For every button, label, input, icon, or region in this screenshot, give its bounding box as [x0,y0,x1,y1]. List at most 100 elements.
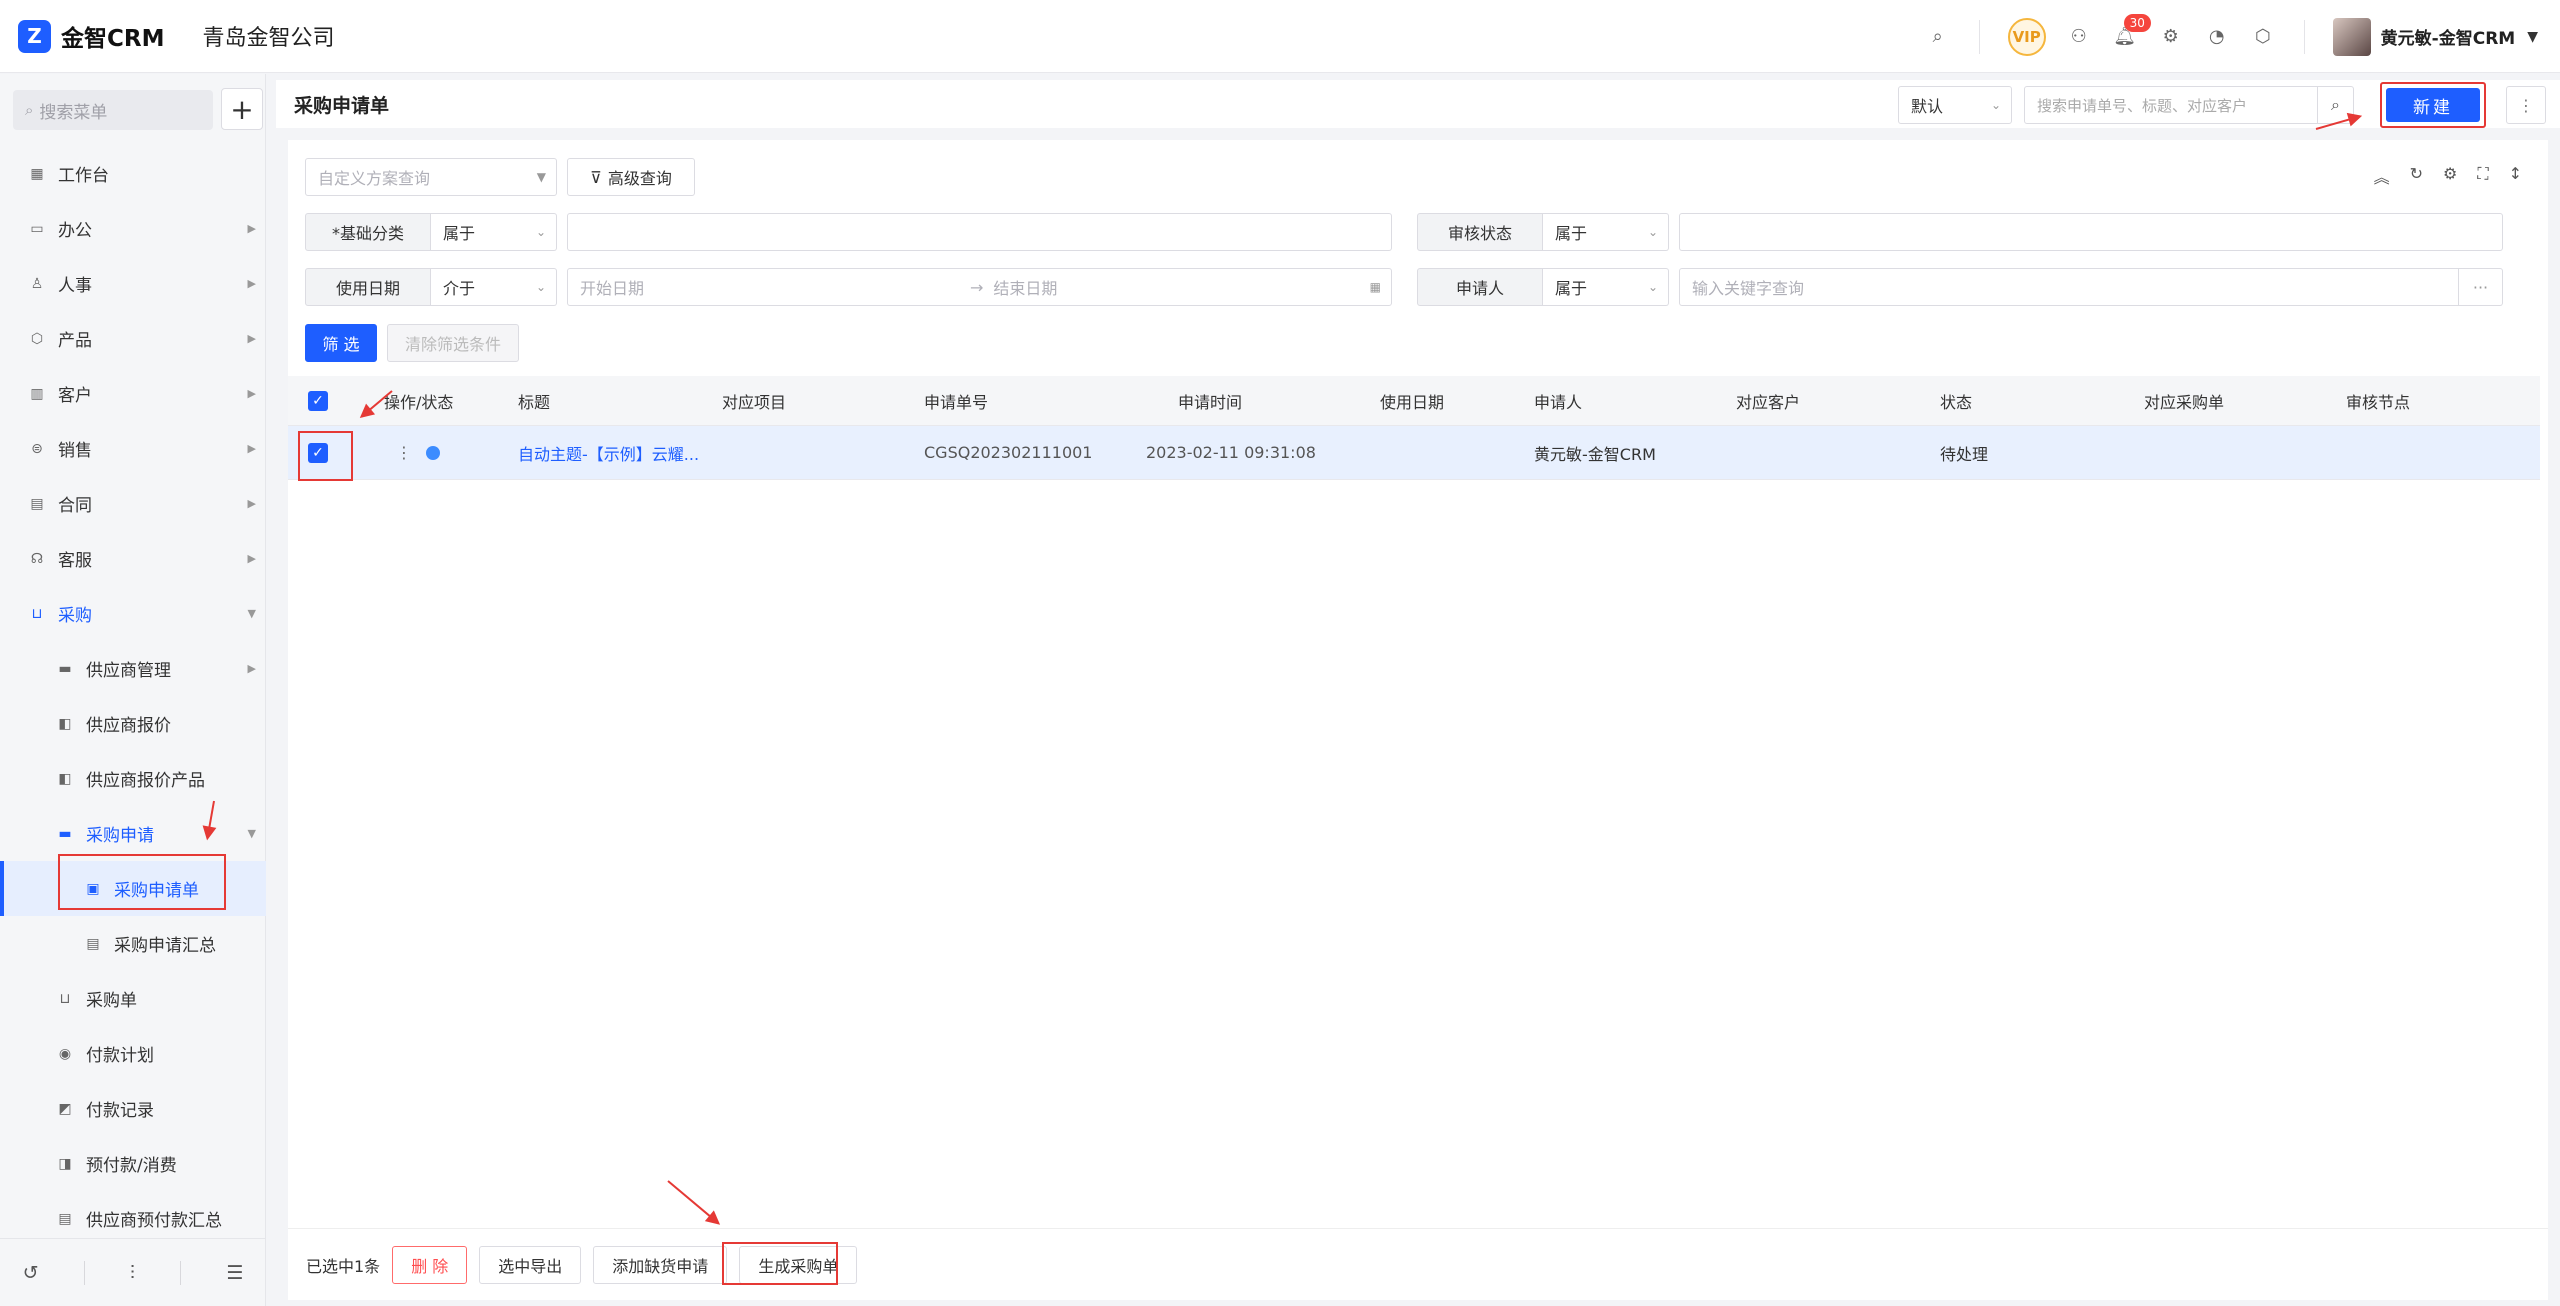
filter-scheme-row: 自定义方案查询 ▼ ⊽ 高级查询 [305,158,695,196]
sidebar-item-supplier-quote[interactable]: ◧ 供应商报价 [0,696,266,751]
sidebar-item-supplier-quote-product[interactable]: ◧ 供应商报价产品 [0,751,266,806]
filter-audit-row: 审核状态 属于 ⌄ [1417,213,2503,251]
sidebar-item-customer[interactable]: ▥ 客户 ▶ [0,366,266,421]
column-header[interactable]: 申请时间 [1178,376,1242,425]
collapse-menu-icon[interactable]: ☰ [226,1262,243,1284]
app-root: Z 金智CRM 青岛金智公司 ⌕ VIP ⚇ 🔔︎ 30 ⚙ ◔ ⬡ 黄元敏-金智… [0,0,2560,1306]
category-operator: 属于 [443,224,476,243]
column-header[interactable]: 对应客户 [1736,376,1800,425]
search-icon: ⌕ [25,101,34,119]
column-header[interactable]: 对应项目 [722,376,786,425]
sidebar-item-contract[interactable]: ▤ 合同 ▶ [0,476,266,531]
filter-button[interactable]: 筛 选 [305,324,377,362]
menu-search-input[interactable]: ⌕ 搜索菜单 [13,90,213,130]
sidebar-item-office[interactable]: ▭ 办公 ▶ [0,201,266,256]
collapse-up-icon[interactable]: ︽ [2374,164,2390,188]
view-select-value: 默认 [1911,97,1944,116]
ellipsis-icon[interactable]: ··· [2459,268,2503,306]
clear-filter-button[interactable]: 清除筛选条件 [387,324,519,362]
scheme-placeholder: 自定义方案查询 [318,169,431,188]
audit-operator-select[interactable]: 属于 ⌄ [1543,213,1669,251]
column-header[interactable]: 操作/状态 [384,376,453,425]
scheme-select[interactable]: 自定义方案查询 ▼ [305,158,557,196]
sidebar-item-purchase-order[interactable]: ⊔ 采购单 [0,971,266,1026]
divider [83,1260,85,1285]
date-range-input[interactable]: 开始日期 → 结束日期 ▦ [567,268,1392,306]
sidebar-item-label: 客服 [58,551,92,571]
contact-icon[interactable]: ⚇ [2066,24,2092,50]
request-search-input[interactable]: 搜索申请单号、标题、对应客户 ⌕ [2024,86,2354,124]
row-height-icon[interactable]: ↕ [2509,164,2522,188]
vip-icon[interactable]: VIP [2007,17,2046,56]
sidebar-item-workbench[interactable]: ▦ 工作台 [0,146,266,201]
sidebar-item-purchase-request-summary[interactable]: ▤ 采购申请汇总 [0,916,266,971]
category-operator-select[interactable]: 属于 ⌄ [431,213,557,251]
new-button[interactable]: 新建 [2386,88,2480,122]
sidebar-item-sales[interactable]: ⊜ 销售 ▶ [0,421,266,476]
column-header[interactable]: 申请人 [1534,376,1582,425]
sidebar-item-purchase-request[interactable]: ▬ 采购申请 ▼ [0,806,266,861]
view-select[interactable]: 默认 ⌄ [1898,86,2012,124]
cube-icon[interactable]: ⬡ [2250,24,2276,50]
sidebar-item-payment-record[interactable]: ◩ 付款记录 [0,1081,266,1136]
sidebar-item-label: 付款记录 [86,1101,154,1121]
column-header[interactable]: 标题 [518,376,550,425]
column-header[interactable]: 审核节点 [2346,376,2410,425]
divider [2303,19,2305,54]
audit-value-input[interactable] [1679,213,2503,251]
bell-icon[interactable]: 🔔︎ 30 [2112,13,2151,50]
prepay-icon: ◨ [58,1155,72,1172]
chevron-down-icon: ⌄ [1647,280,1658,294]
gear-icon[interactable]: ⚙ [2158,24,2184,50]
table-header: ✓ 操作/状态 标题 对应项目 申请单号 申请时间 使用日期 申请人 对应客户 … [288,376,2540,426]
category-label: *基础分类 [305,213,431,251]
audit-operator: 属于 [1555,224,1588,243]
add-shortage-button[interactable]: 添加缺货申请 [593,1245,728,1284]
divider [180,1260,182,1285]
caret-down-icon: ▼ [2527,28,2538,45]
settings-sliders-icon[interactable]: ⫶ [130,1262,135,1284]
sidebar-item-payment-plan[interactable]: ◉ 付款计划 [0,1026,266,1081]
caret-down-icon: ▼ [536,170,546,184]
category-value-input[interactable] [567,213,1392,251]
refresh-icon[interactable]: ↻ [2410,164,2423,188]
sidebar-item-hr[interactable]: ♙ 人事 ▶ [0,256,266,311]
delete-button[interactable]: 删 除 [392,1245,468,1284]
sidebar-item-label: 采购申请汇总 [114,936,216,956]
plan-icon: ◉ [58,1045,72,1062]
table-tools: ︽ ↻ ⚙ ⛶ ↕ [2354,164,2522,188]
pie-chart-icon[interactable]: ◔ [2204,24,2230,50]
history-icon[interactable]: ↺ [23,1262,39,1284]
sidebar-item-service[interactable]: ☊ 客服 ▶ [0,531,266,586]
fullscreen-icon[interactable]: ⛶ [2477,164,2488,188]
keyword-input[interactable]: 输入关键字查询 [1679,268,2459,306]
row-menu-icon[interactable]: ⋮ [396,443,412,462]
export-selected-button[interactable]: 选中导出 [479,1245,582,1284]
sidebar-item-prepayment[interactable]: ◨ 预付款/消费 [0,1136,266,1191]
advanced-query-button[interactable]: ⊽ 高级查询 [567,158,695,196]
sidebar-item-label: 采购单 [86,991,137,1011]
sidebar-item-label: 采购 [58,606,92,626]
calendar-icon: ▦ [1369,280,1381,294]
logo[interactable]: Z 金智CRM [18,19,164,53]
filter-category-row: *基础分类 属于 ⌄ [305,213,1392,251]
column-header[interactable]: 使用日期 [1380,376,1444,425]
arrow-right-icon: → [970,277,984,297]
logo-icon: Z [18,19,51,53]
sidebar-item-product[interactable]: ⬡ 产品 ▶ [0,311,266,366]
date-operator-select[interactable]: 介于 ⌄ [431,268,557,306]
column-settings-icon[interactable]: ⚙ [2443,164,2457,188]
add-menu-button[interactable]: + [221,88,263,130]
table-row[interactable]: ✓ ⋮ 自动主题-【示例】云耀... CGSQ202302111001 2023… [288,426,2540,480]
search-icon[interactable]: ⌕ [1925,24,1951,50]
row-title-link[interactable]: 自动主题-【示例】云耀... [518,426,708,479]
column-header[interactable]: 对应采购单 [2144,376,2224,425]
select-all-checkbox[interactable]: ✓ [308,376,328,425]
column-header[interactable]: 申请单号 [924,376,988,425]
more-icon[interactable]: ⋮ [2506,86,2546,124]
sidebar-item-supplier-management[interactable]: ▬ 供应商管理 ▶ [0,641,266,696]
user-menu[interactable]: 黄元敏-金智CRM ▼ [2332,17,2538,56]
applicant-operator-select[interactable]: 属于 ⌄ [1543,268,1669,306]
column-header[interactable]: 状态 [1940,376,1972,425]
sidebar-item-purchase[interactable]: ⊔ 采购 ▼ [0,586,266,641]
